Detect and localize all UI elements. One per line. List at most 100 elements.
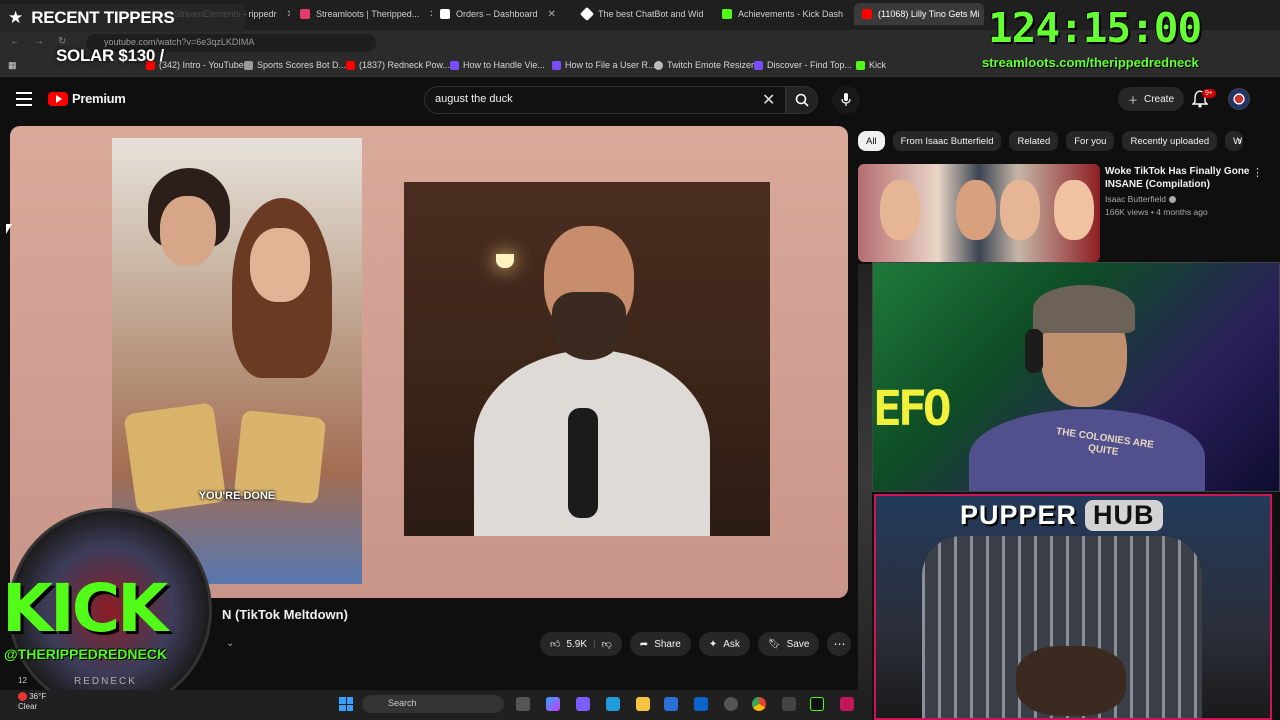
back-icon[interactable]: ← xyxy=(10,36,20,47)
teams-icon[interactable] xyxy=(576,697,590,711)
voice-search-button[interactable] xyxy=(832,86,860,114)
tab-favicon-icon xyxy=(300,9,310,19)
browser-tab[interactable]: Orders – Dashboard ✕ xyxy=(432,3,572,25)
bookmark-label: (342) Intro - YouTube xyxy=(159,60,244,70)
browser-tab-active[interactable]: (11068) Lilly Tino Gets Mi ✕ xyxy=(854,3,984,25)
obs-icon[interactable] xyxy=(724,697,738,711)
store-icon[interactable] xyxy=(664,697,678,711)
create-label: Create xyxy=(1144,93,1175,105)
like-button[interactable]: 👍︎ 5.9K | 👎︎ xyxy=(540,632,622,656)
bookmark-favicon-icon xyxy=(244,60,253,70)
browser-tab[interactable]: The best ChatBot and Wid ✕ xyxy=(574,3,714,25)
person-face xyxy=(250,228,310,302)
weather-condition: Clear xyxy=(18,702,38,711)
chrome-icon[interactable] xyxy=(752,697,766,711)
podcast-microphone-icon xyxy=(568,408,598,518)
browser-tab[interactable]: Achievements - Kick Dash ✕ xyxy=(714,3,854,25)
recommendation-thumbnail[interactable] xyxy=(858,164,1100,262)
recommendation-title[interactable]: Woke TikTok Has Finally Gone INSANE (Com… xyxy=(1105,165,1250,191)
bookmark-label: Discover - Find Top... xyxy=(767,60,852,70)
clear-search-icon[interactable]: ✕ xyxy=(762,90,775,110)
person-beard xyxy=(552,292,626,360)
app-icon[interactable] xyxy=(782,697,796,711)
divider: | xyxy=(593,638,596,650)
bookmark-item[interactable]: How to File a User R... xyxy=(552,60,656,70)
forward-icon[interactable]: → xyxy=(34,36,44,47)
more-options-icon[interactable]: ⋯ xyxy=(827,632,852,656)
youtube-logo[interactable]: Premium xyxy=(48,91,126,106)
bookmark-item[interactable]: Sports Scores Bot D... xyxy=(244,60,346,70)
bookmark-item[interactable]: (1837) Redneck Pow... xyxy=(346,60,450,70)
tab-label: Streamloots | Theripped... xyxy=(316,9,420,19)
bookmark-item[interactable]: Kick xyxy=(856,60,886,70)
pupper-hub-logo: PUPPER HUB xyxy=(960,500,1163,531)
microphone-icon xyxy=(841,93,851,106)
bookmark-favicon-icon xyxy=(450,60,459,70)
ask-button[interactable]: ✦ Ask xyxy=(698,632,750,656)
mouse-cursor-icon xyxy=(6,224,12,234)
tab-label: Orders – Dashboard xyxy=(456,9,538,19)
chevron-down-icon[interactable]: ⌄ xyxy=(226,638,234,649)
bookmark-favicon-icon xyxy=(754,60,763,70)
bookmark-item[interactable]: How to Handle Vie... xyxy=(450,60,545,70)
thumbnail-person xyxy=(1054,180,1094,240)
verified-icon xyxy=(1168,195,1176,203)
bookmark-favicon-icon xyxy=(654,60,663,70)
copilot-icon[interactable] xyxy=(546,697,560,711)
thumbs-down-icon[interactable]: 👎︎ xyxy=(602,638,612,650)
share-button[interactable]: ➦ Share xyxy=(629,632,691,656)
tab-favicon-icon xyxy=(862,9,872,19)
hub-word: HUB xyxy=(1085,500,1163,531)
account-avatar[interactable] xyxy=(1228,88,1250,110)
recent-tippers-title: RECENT TIPPERS xyxy=(31,8,175,27)
create-button[interactable]: ＋ Create xyxy=(1118,87,1185,111)
bookmark-label: Kick xyxy=(869,60,887,70)
search-button[interactable] xyxy=(786,86,818,114)
kick-word: KICK xyxy=(2,570,168,647)
apps-icon[interactable]: ▦ xyxy=(8,60,17,71)
chip-all[interactable]: All xyxy=(858,131,885,151)
screen: StreamElements - rippedr ✕ Streamloots |… xyxy=(0,0,1280,720)
chip-from-channel[interactable]: From Isaac Butterfield xyxy=(892,131,1002,151)
bookmark-label: How to Handle Vie... xyxy=(463,60,545,70)
chip-recently-uploaded[interactable]: Recently uploaded xyxy=(1122,131,1218,151)
streamer-webcam: EFO THE COLONIES ARE QUITE xyxy=(872,262,1280,492)
tab-label: Achievements - Kick Dash xyxy=(738,9,844,19)
bookmark-icon: 🔖︎ xyxy=(767,638,781,650)
subathon-timer: 124:15:00 xyxy=(988,4,1202,52)
recommendation-channel[interactable]: Isaac Butterfield xyxy=(1105,194,1176,204)
task-view-icon[interactable] xyxy=(516,697,530,711)
save-label: Save xyxy=(786,638,810,650)
search-input[interactable]: august the duck xyxy=(424,86,786,114)
weather-icon xyxy=(18,692,27,702)
like-count: 5.9K xyxy=(566,638,588,650)
save-button[interactable]: 🔖︎ Save xyxy=(757,632,820,656)
bookmark-favicon-icon xyxy=(552,60,561,70)
close-tab-icon[interactable]: ✕ xyxy=(287,9,290,20)
tab-favicon-icon xyxy=(722,9,732,19)
recent-tippers-overlay: ★ RECENT TIPPERS xyxy=(0,4,245,32)
weather-widget[interactable]: 36°F Clear xyxy=(18,692,46,712)
notification-count-badge: 9+ xyxy=(1202,89,1216,98)
browser-tab[interactable]: Streamloots | Theripped... ✕ xyxy=(292,3,432,25)
bookmark-item[interactable]: Twitch Emote Resizer xyxy=(654,60,754,70)
bookmark-favicon-icon xyxy=(346,60,355,70)
outlook-icon[interactable] xyxy=(694,697,708,711)
kick-app-icon[interactable] xyxy=(810,697,824,711)
neon-sign: EFO xyxy=(873,381,952,437)
kebab-menu-icon[interactable]: ⋮ xyxy=(1252,166,1263,179)
menu-icon[interactable] xyxy=(16,92,32,106)
bookmark-label: Sports Scores Bot D... xyxy=(257,60,347,70)
close-tab-icon[interactable]: ✕ xyxy=(548,9,556,20)
chip-for-you[interactable]: For you xyxy=(1066,131,1115,151)
file-explorer-icon[interactable] xyxy=(636,697,650,711)
edge-icon[interactable] xyxy=(606,697,620,711)
bookmark-item[interactable]: Discover - Find Top... xyxy=(754,60,852,70)
taskbar-search[interactable]: Search xyxy=(362,695,504,713)
bookmark-favicon-icon xyxy=(856,60,865,70)
bookmark-label: How to File a User R... xyxy=(565,60,656,70)
streaming-app-icon[interactable] xyxy=(840,697,854,711)
windows-start-icon[interactable] xyxy=(339,697,353,711)
chevron-right-icon[interactable]: › xyxy=(1238,134,1242,148)
chip-related[interactable]: Related xyxy=(1009,131,1059,151)
